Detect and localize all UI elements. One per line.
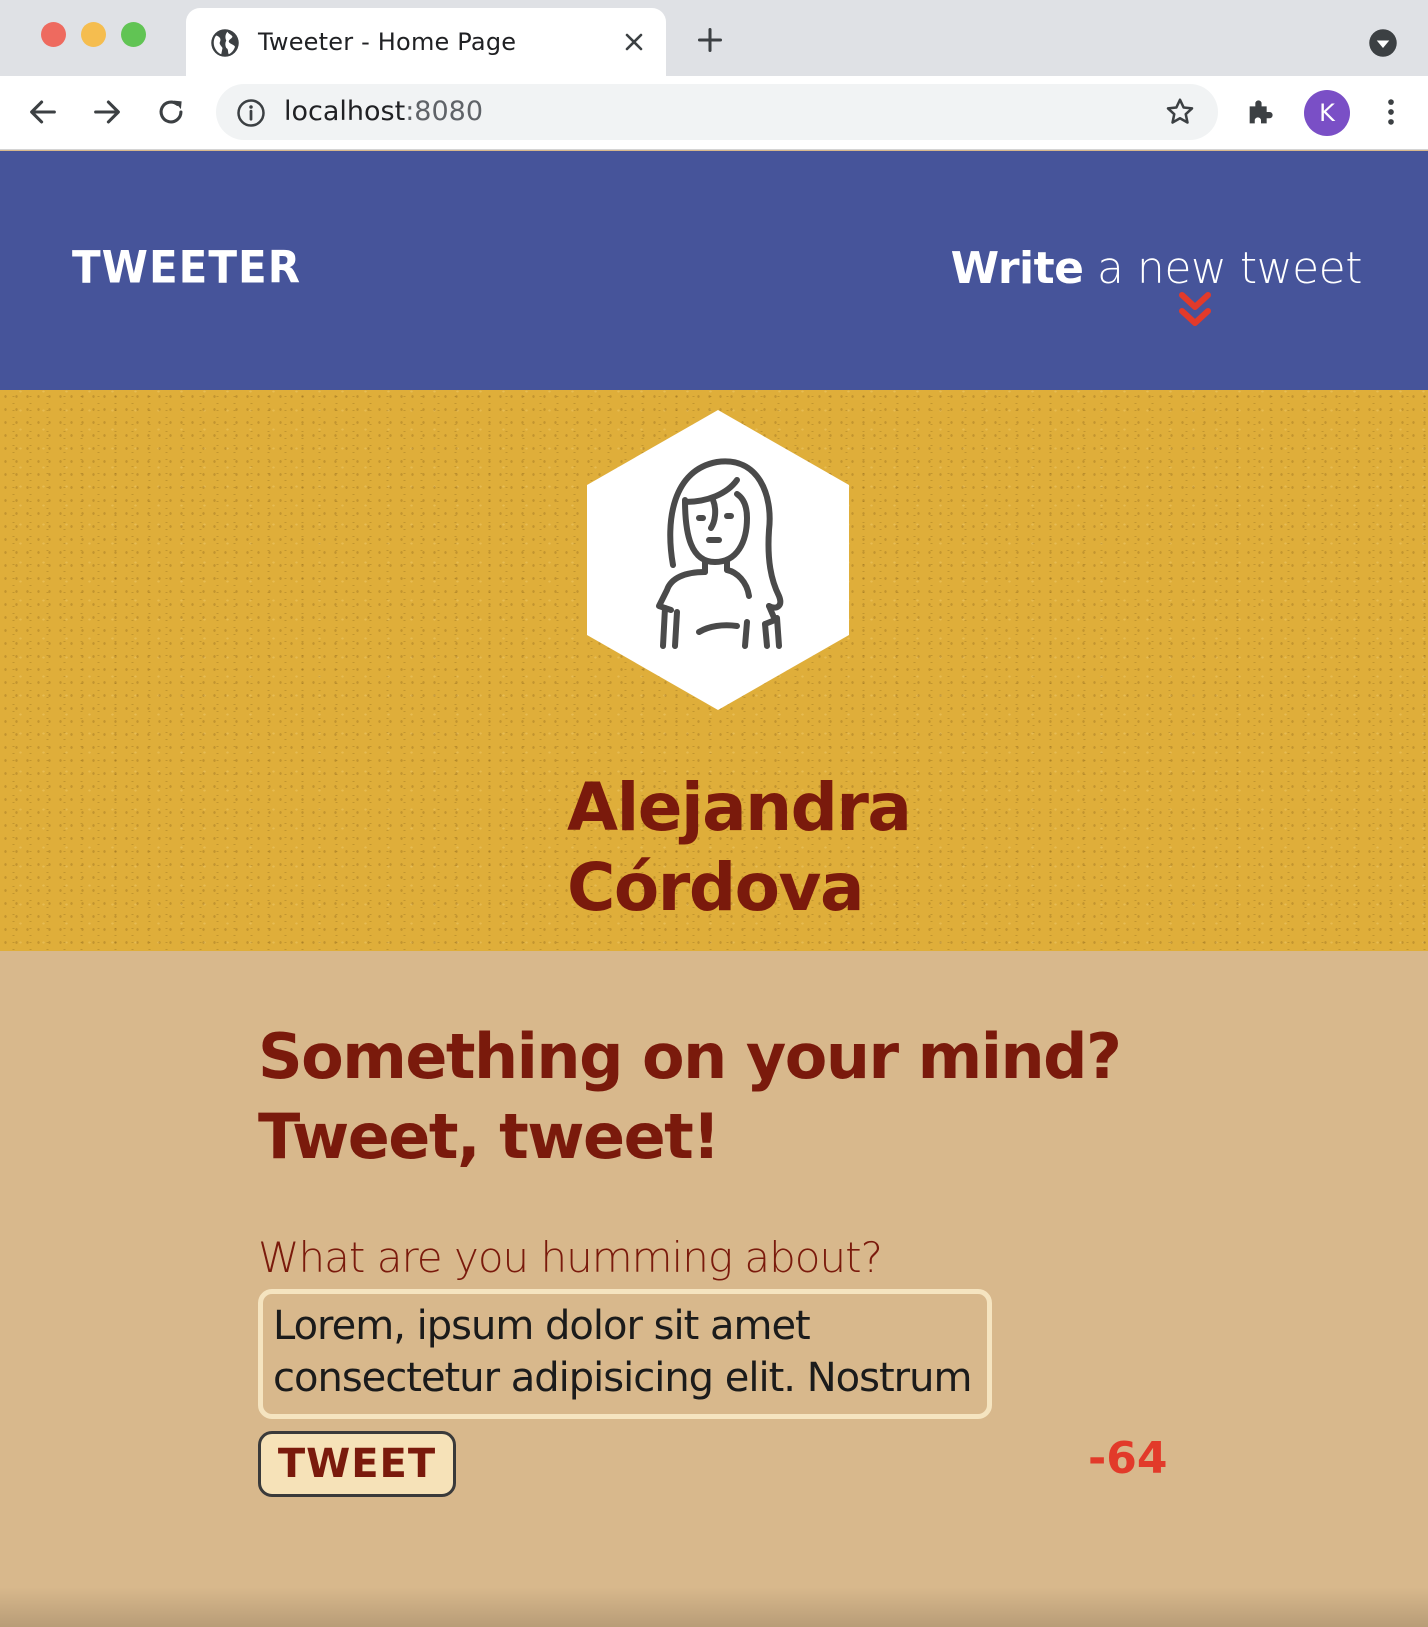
compose-heading-line1: Something on your mind? — [258, 1020, 1122, 1093]
user-last-name: Córdova — [567, 849, 864, 926]
write-link-bold: Write — [950, 243, 1084, 294]
brand-logo[interactable]: TWEETER — [72, 242, 301, 293]
forward-icon[interactable] — [90, 95, 124, 129]
extensions-icon[interactable] — [1244, 95, 1278, 129]
tab-title: Tweeter - Home Page — [258, 28, 517, 56]
new-tweet-section: Something on your mind? Tweet, tweet! Wh… — [0, 951, 1428, 1627]
browser-toolbar: localhost:8080 K — [0, 76, 1428, 150]
browser-tab-bar: Tweeter - Home Page — [0, 0, 1428, 76]
top-nav: TWEETER Write a new tweet — [0, 151, 1428, 390]
address-bar[interactable]: localhost:8080 — [216, 84, 1218, 140]
globe-icon — [211, 29, 239, 57]
more-icon[interactable] — [1374, 95, 1408, 129]
tweet-text-label: What are you humming about? — [258, 1233, 883, 1282]
info-icon[interactable] — [236, 98, 266, 128]
write-link-rest: a new tweet — [1083, 243, 1363, 294]
user-avatar — [587, 410, 849, 710]
tweet-submit-button[interactable]: TWEET — [258, 1431, 456, 1497]
user-first-name: Alejandra — [567, 769, 912, 846]
compose-heading-line2: Tweet, tweet! — [258, 1100, 721, 1173]
tweet-text-input[interactable]: Lorem, ipsum dolor sit amet consectetur … — [258, 1289, 992, 1419]
minimize-window-button[interactable] — [81, 22, 106, 47]
user-name: Alejandra Córdova — [567, 768, 912, 928]
tab-menu-icon[interactable] — [1368, 28, 1398, 58]
page-content: TWEETER Write a new tweet Alejandra Córd… — [0, 151, 1428, 1627]
reload-icon[interactable] — [154, 95, 188, 129]
url-host: localhost — [284, 96, 406, 127]
star-icon[interactable] — [1164, 96, 1196, 128]
compose-heading: Something on your mind? Tweet, tweet! — [258, 1017, 1122, 1177]
close-window-button[interactable] — [41, 22, 66, 47]
write-new-tweet-link[interactable]: Write a new tweet — [950, 243, 1363, 294]
bottom-shadow — [0, 1587, 1428, 1627]
maximize-window-button[interactable] — [121, 22, 146, 47]
profile-avatar[interactable]: K — [1304, 90, 1350, 136]
character-counter: -64 — [1088, 1433, 1168, 1484]
profile-header: Alejandra Córdova — [0, 390, 1428, 951]
url-text: localhost:8080 — [284, 96, 483, 127]
double-chevron-down-icon[interactable] — [1178, 291, 1212, 331]
plus-icon[interactable] — [696, 26, 724, 54]
browser-tab[interactable]: Tweeter - Home Page — [186, 8, 666, 76]
url-port: :8080 — [405, 96, 484, 127]
back-icon[interactable] — [26, 95, 60, 129]
close-icon[interactable] — [622, 30, 646, 54]
